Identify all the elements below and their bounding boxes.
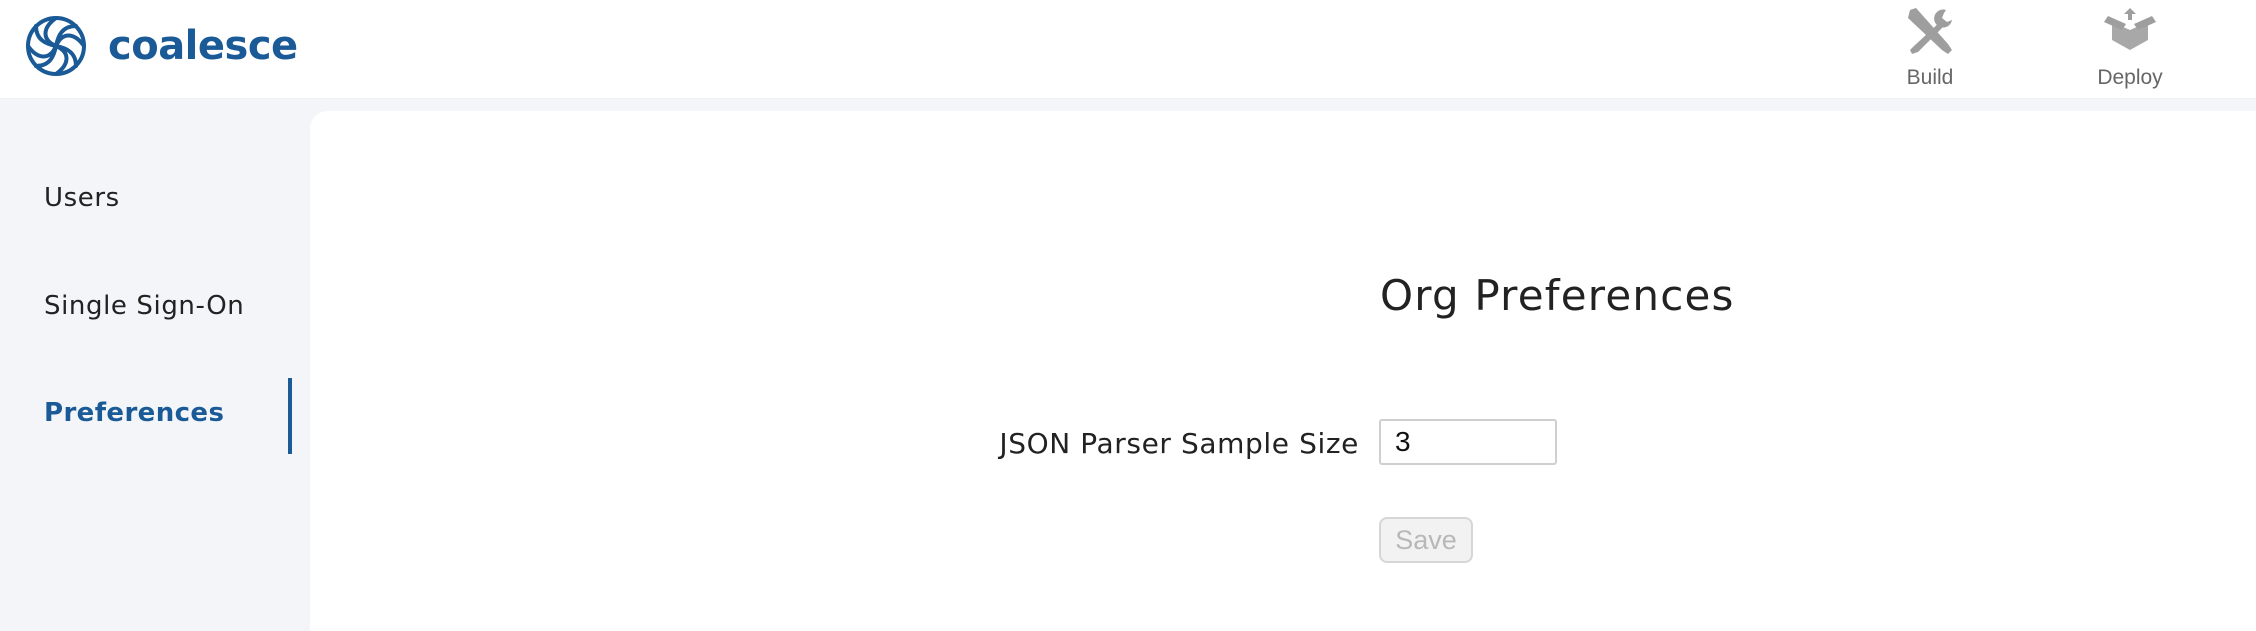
page-title: Org Preferences xyxy=(1380,271,1735,320)
topnav-build[interactable]: Build xyxy=(1870,0,1990,98)
coalesce-swirl-icon xyxy=(26,16,86,76)
sidebar-item-users[interactable]: Users xyxy=(44,183,120,213)
deploy-label: Deploy xyxy=(2097,66,2163,89)
sidebar-item-preferences[interactable]: Preferences xyxy=(44,398,224,428)
logo[interactable]: coalesce xyxy=(24,14,298,78)
deploy-box-icon xyxy=(2104,8,2156,50)
wrench-screwdriver-icon xyxy=(1908,8,1952,54)
json-parser-sample-size-input[interactable] xyxy=(1379,419,1557,465)
sidebar-item-single-sign-on[interactable]: Single Sign-On xyxy=(44,291,244,321)
sidebar: Users Single Sign-On Preferences xyxy=(0,99,310,624)
brand-name: coalesce xyxy=(108,23,298,69)
top-bar: coalesce Build Deploy xyxy=(0,0,2256,99)
topnav-deploy[interactable]: Deploy xyxy=(2070,0,2190,98)
main-content: Org Preferences JSON Parser Sample Size … xyxy=(310,111,2256,631)
save-button[interactable]: Save xyxy=(1379,517,1473,563)
active-indicator xyxy=(288,378,292,454)
json-parser-sample-size-label: JSON Parser Sample Size xyxy=(999,427,1359,460)
build-label: Build xyxy=(1906,66,1954,89)
